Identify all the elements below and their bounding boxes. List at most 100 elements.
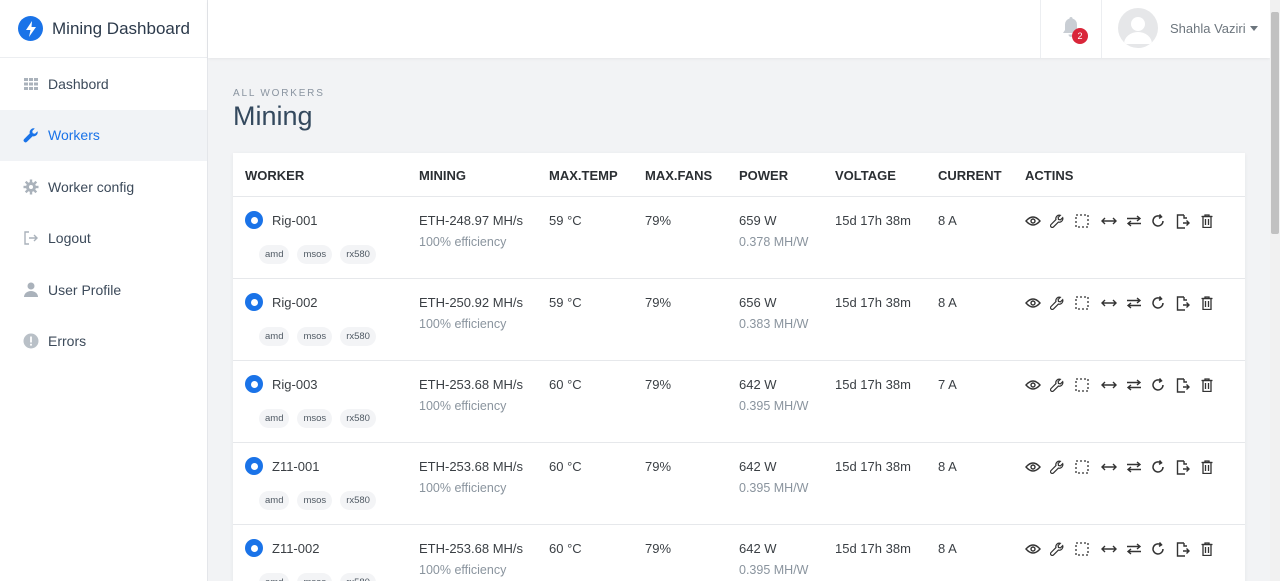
worker-tags: amd msos rx580 (259, 491, 384, 510)
eye-icon[interactable] (1025, 213, 1050, 229)
swap-icon[interactable] (1126, 213, 1151, 229)
export-icon[interactable] (1176, 459, 1201, 475)
wrench-icon[interactable] (1050, 295, 1075, 311)
expand-icon[interactable] (1075, 295, 1100, 311)
export-icon[interactable] (1176, 213, 1201, 229)
tag: rx580 (340, 409, 376, 428)
grid-icon (23, 76, 39, 92)
worker-radio[interactable] (245, 539, 263, 557)
worker-radio[interactable] (245, 211, 263, 229)
swap-icon[interactable] (1126, 541, 1151, 557)
refresh-icon[interactable] (1151, 377, 1176, 393)
export-icon[interactable] (1176, 541, 1201, 557)
logout-icon (23, 230, 39, 246)
export-icon[interactable] (1176, 295, 1201, 311)
row-actions (1025, 295, 1227, 311)
swap-icon[interactable] (1126, 459, 1151, 475)
max-fans: 79% (645, 213, 672, 228)
row-actions (1025, 213, 1227, 229)
worker-name: Rig-002 (272, 295, 318, 310)
expand-icon[interactable] (1075, 459, 1100, 475)
arrows-horizontal-icon[interactable] (1100, 459, 1126, 475)
power-efficiency: 0.383 MH/W (739, 317, 809, 331)
refresh-icon[interactable] (1151, 459, 1176, 475)
brand[interactable]: Mining Dashboard (0, 0, 207, 58)
mining-rate: ETH-253.68 MH/s (419, 541, 524, 556)
brand-title: Mining Dashboard (52, 18, 190, 38)
worker-name: Z11-001 (272, 459, 320, 474)
expand-icon[interactable] (1075, 213, 1100, 229)
trash-icon[interactable] (1201, 377, 1226, 393)
wrench-icon[interactable] (1050, 541, 1075, 557)
trash-icon[interactable] (1201, 213, 1226, 229)
sidebar-item-worker-config[interactable]: Worker config (0, 161, 207, 213)
power: 642 W (739, 377, 777, 392)
arrows-horizontal-icon[interactable] (1100, 377, 1126, 393)
table-row: Rig-002 amd msos rx580 ETH-250.92 MH/s 1… (233, 279, 1245, 361)
page-title: Mining (233, 101, 313, 131)
refresh-icon[interactable] (1151, 213, 1176, 229)
column-header-actions: ACTINS (1025, 168, 1074, 183)
export-icon[interactable] (1176, 377, 1201, 393)
user-menu[interactable]: Shahla Vaziri (1118, 8, 1258, 48)
max-temp: 59 °C (549, 295, 582, 310)
expand-icon[interactable] (1075, 541, 1100, 557)
eye-icon[interactable] (1025, 295, 1050, 311)
trash-icon[interactable] (1201, 459, 1226, 475)
arrows-horizontal-icon[interactable] (1100, 295, 1126, 311)
sidebar-item-logout[interactable]: Logout (0, 213, 207, 265)
column-header-mining: MINING (419, 168, 466, 183)
refresh-icon[interactable] (1151, 295, 1176, 311)
gear-icon (23, 179, 39, 195)
sidebar-item-label: Logout (48, 230, 91, 247)
table-row: Rig-003 amd msos rx580 ETH-253.68 MH/s 1… (233, 361, 1245, 443)
sidebar-item-workers[interactable]: Workers (0, 109, 207, 161)
current: 7 A (938, 377, 957, 392)
sidebar-item-errors[interactable]: Errors (0, 316, 207, 368)
arrows-horizontal-icon[interactable] (1100, 213, 1126, 229)
expand-icon[interactable] (1075, 377, 1100, 393)
eye-icon[interactable] (1025, 459, 1050, 475)
swap-icon[interactable] (1126, 295, 1151, 311)
wrench-icon[interactable] (1050, 377, 1075, 393)
max-temp: 60 °C (549, 459, 582, 474)
sidebar-item-dashboard[interactable]: Dashbord (0, 58, 207, 110)
topbar: 2 Shahla Vaziri (208, 0, 1270, 58)
arrows-horizontal-icon[interactable] (1100, 541, 1126, 557)
power-efficiency: 0.395 MH/W (739, 563, 809, 577)
row-actions (1025, 541, 1227, 557)
max-temp: 60 °C (549, 541, 582, 556)
swap-icon[interactable] (1126, 377, 1151, 393)
max-fans: 79% (645, 541, 672, 556)
worker-radio[interactable] (245, 375, 263, 393)
scrollbar-thumb[interactable] (1271, 12, 1279, 234)
worker-radio[interactable] (245, 293, 263, 311)
trash-icon[interactable] (1201, 295, 1226, 311)
tag: rx580 (340, 327, 376, 346)
tag: amd (259, 491, 290, 510)
scrollbar[interactable] (1270, 0, 1280, 581)
table-row: Z11-002 amd msos rx580 ETH-253.68 MH/s 1… (233, 525, 1245, 581)
eye-icon[interactable] (1025, 541, 1050, 557)
power: 656 W (739, 295, 777, 310)
column-header-max-fans: MAX.FANS (645, 168, 713, 183)
wrench-icon[interactable] (1050, 213, 1075, 229)
sidebar-item-label: User Profile (48, 281, 122, 298)
mining-efficiency: 100% efficiency (419, 399, 507, 413)
worker-name: Rig-001 (272, 213, 318, 228)
table-row: Rig-001 amd msos rx580 ETH-248.97 MH/s 1… (233, 197, 1245, 279)
wrench-icon[interactable] (1050, 459, 1075, 475)
sidebar-item-label: Dashbord (48, 75, 109, 92)
max-temp: 59 °C (549, 213, 582, 228)
trash-icon[interactable] (1201, 541, 1226, 557)
page-header: ALL WORKERS Mining (233, 88, 325, 132)
tag: msos (297, 409, 333, 428)
chevron-down-icon (1249, 25, 1258, 31)
eye-icon[interactable] (1025, 377, 1050, 393)
worker-radio[interactable] (245, 457, 263, 475)
user-name: Shahla Vaziri (1170, 20, 1246, 36)
notifications-button[interactable]: 2 (1040, 0, 1102, 58)
refresh-icon[interactable] (1151, 541, 1176, 557)
sidebar-item-user-profile[interactable]: User Profile (0, 264, 207, 316)
column-header-worker: WORKER (245, 168, 305, 183)
